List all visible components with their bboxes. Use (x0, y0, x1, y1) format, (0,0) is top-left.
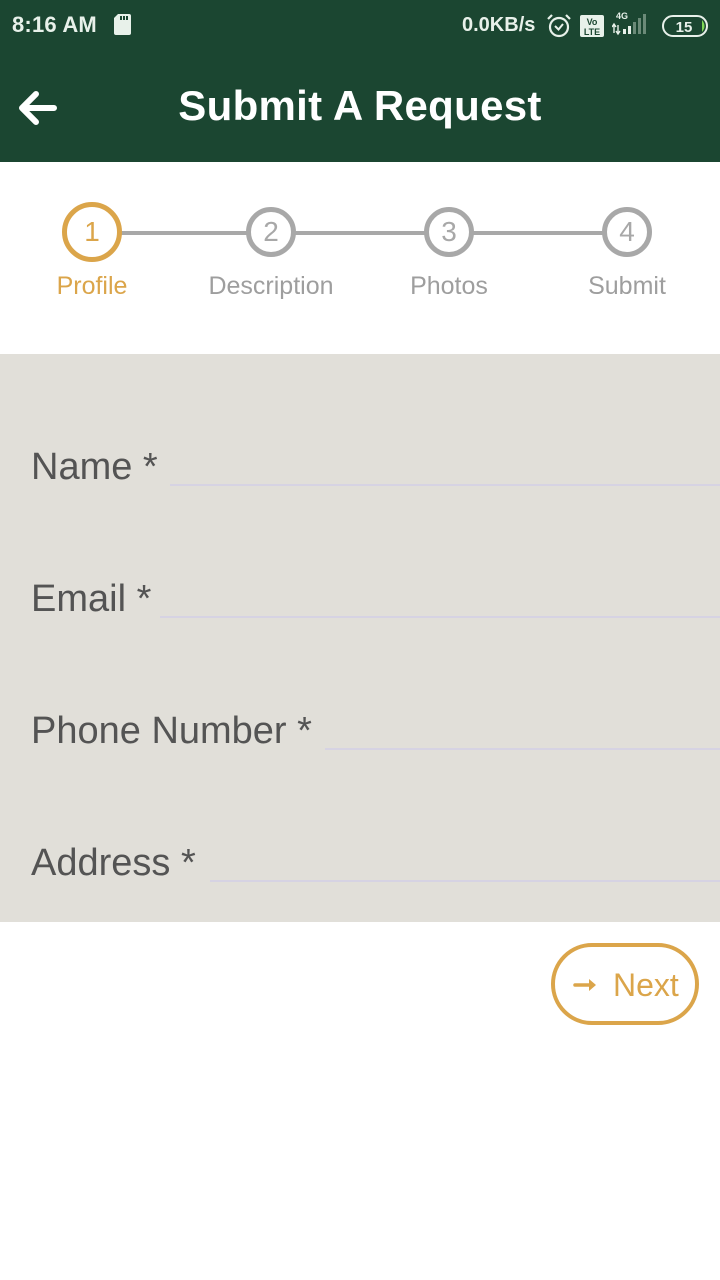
name-label: Name * (31, 446, 158, 488)
step-number: 3 (424, 207, 474, 257)
step-photos[interactable]: 3 Photos (359, 162, 539, 354)
status-bar: 8:16 AM 0.0KB/s Vo LTE 4G 15 (0, 0, 720, 54)
svg-text:LTE: LTE (584, 27, 600, 37)
app-bar: Submit A Request (0, 54, 720, 162)
name-underline (170, 484, 720, 486)
next-label: Next (613, 967, 679, 1003)
signal-icon: 4G (612, 11, 646, 36)
step-submit[interactable]: 4 Submit (537, 162, 717, 354)
next-button[interactable]: Next (551, 943, 699, 1025)
alarm-icon (547, 14, 571, 38)
progress-stepper: 1 Profile 2 Description 3 Photos 4 Submi… (0, 162, 720, 354)
phone-number-field[interactable]: Phone Number * (0, 710, 720, 770)
phone-number-underline (325, 748, 720, 750)
step-label: Submit (588, 272, 666, 300)
sd-card-icon (114, 14, 131, 35)
step-number: 2 (246, 207, 296, 257)
step-number: 1 (62, 202, 122, 262)
name-field[interactable]: Name * (0, 446, 720, 506)
step-profile[interactable]: 1 Profile (2, 162, 182, 354)
arrow-right-icon (573, 979, 596, 991)
svg-text:15: 15 (676, 19, 693, 36)
address-field[interactable]: Address * (0, 842, 720, 902)
svg-text:Vo: Vo (587, 17, 598, 27)
email-field[interactable]: Email * (0, 578, 720, 638)
email-underline (160, 616, 720, 618)
volte-icon: Vo LTE (580, 15, 604, 37)
address-underline (210, 880, 720, 882)
battery-icon: 15 (662, 15, 708, 37)
status-time: 8:16 AM (12, 12, 97, 37)
step-label: Description (208, 272, 334, 300)
step-description[interactable]: 2 Description (181, 162, 361, 354)
phone-number-label: Phone Number * (31, 710, 312, 752)
step-label: Profile (56, 272, 128, 300)
email-label: Email * (31, 578, 152, 620)
profile-form: Name * Email * Phone Number * Address * (0, 354, 720, 922)
svg-text:4G: 4G (616, 11, 628, 21)
step-label: Photos (410, 272, 488, 300)
step-number: 4 (602, 207, 652, 257)
address-label: Address * (31, 842, 196, 884)
page-title: Submit A Request (178, 82, 542, 129)
network-speed: 0.0KB/s (462, 14, 536, 36)
